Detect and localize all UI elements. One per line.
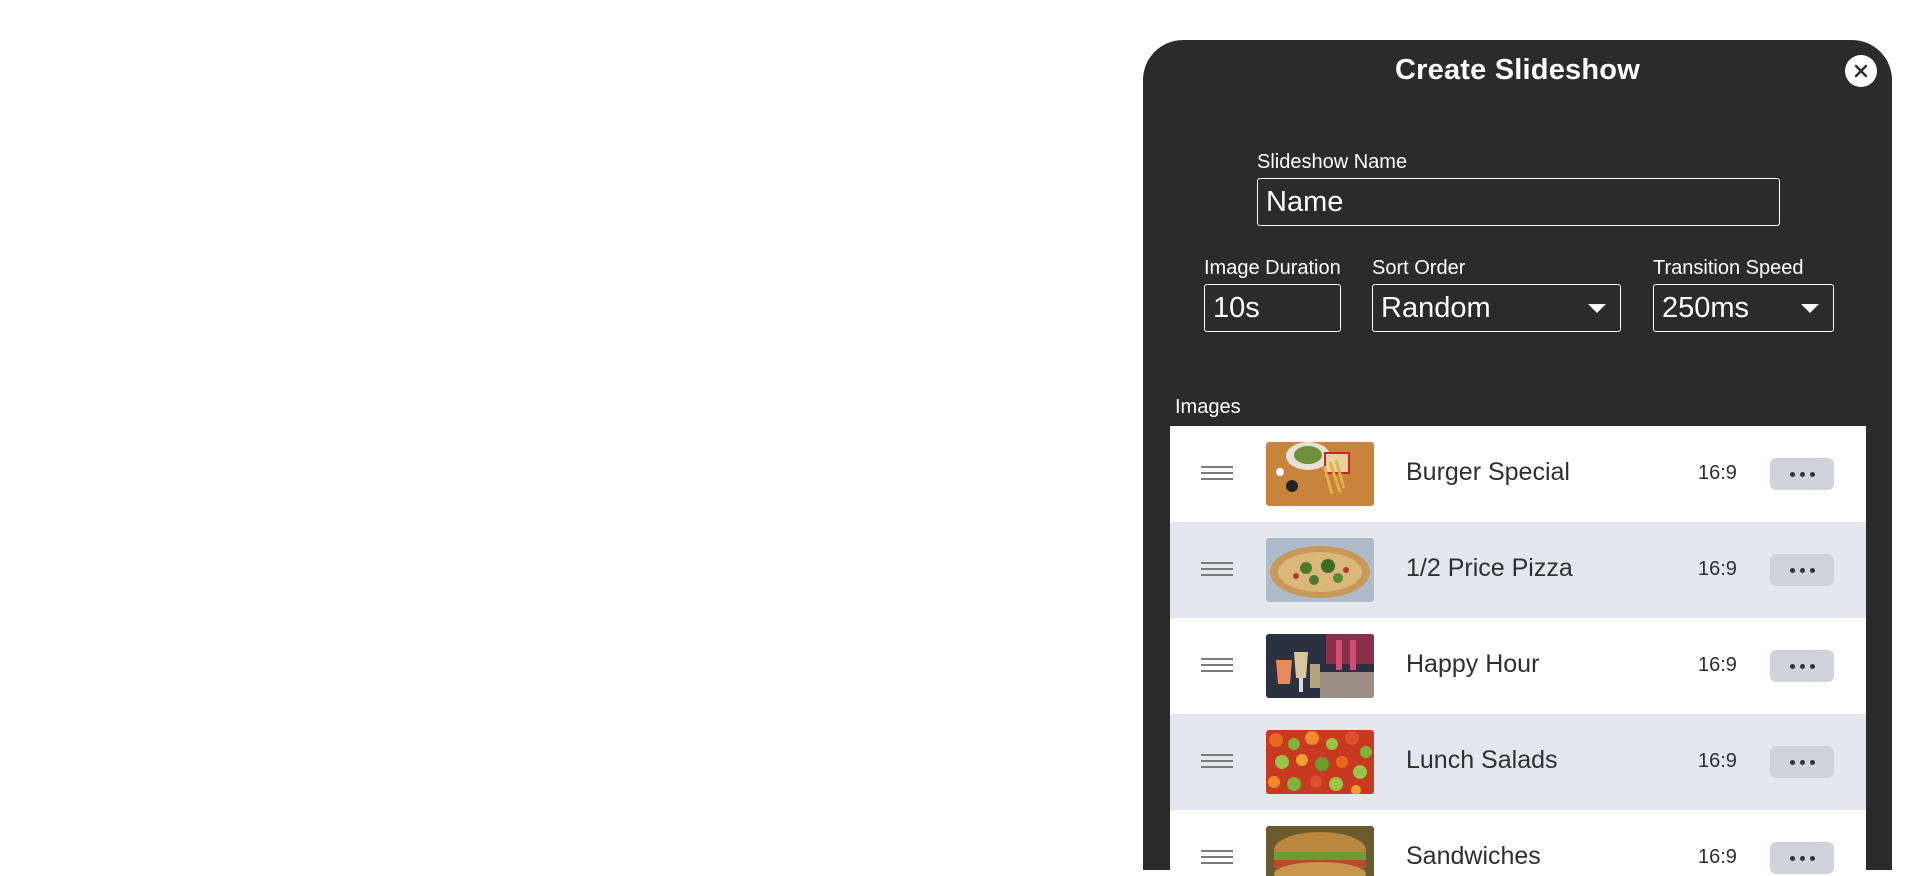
list-item[interactable]: Burger Special 16:9 xyxy=(1170,426,1866,522)
drinks-thumbnail xyxy=(1266,634,1374,698)
pizza-thumbnail xyxy=(1266,538,1374,602)
more-options-button[interactable] xyxy=(1770,746,1834,778)
aspect-ratio: 16:9 xyxy=(1698,558,1737,580)
close-icon xyxy=(1854,64,1868,78)
transition-speed-value: 250ms xyxy=(1662,291,1750,324)
transition-speed-label: Transition Speed xyxy=(1653,257,1804,279)
dialog-title: Create Slideshow xyxy=(1395,54,1640,86)
chevron-down-icon xyxy=(1801,303,1819,313)
more-options-button[interactable] xyxy=(1770,842,1834,874)
drag-handle-icon[interactable] xyxy=(1201,466,1233,482)
more-options-button[interactable] xyxy=(1770,554,1834,586)
image-name: Lunch Salads xyxy=(1406,746,1558,774)
image-duration-label: Image Duration xyxy=(1204,257,1341,279)
more-options-button[interactable] xyxy=(1770,458,1834,490)
create-slideshow-dialog: Create Slideshow Slideshow Name Name Ima… xyxy=(1143,40,1892,876)
list-item[interactable]: Lunch Salads 16:9 xyxy=(1170,714,1866,810)
list-item[interactable]: Happy Hour 16:9 xyxy=(1170,618,1866,714)
list-item[interactable]: Sandwiches 16:9 xyxy=(1170,810,1866,876)
transition-speed-select[interactable]: 250ms xyxy=(1653,284,1834,332)
drag-handle-icon[interactable] xyxy=(1201,850,1233,866)
aspect-ratio: 16:9 xyxy=(1698,654,1737,676)
chevron-down-icon xyxy=(1588,303,1606,313)
sort-order-label: Sort Order xyxy=(1372,257,1466,279)
images-label: Images xyxy=(1175,396,1241,418)
drag-handle-icon[interactable] xyxy=(1201,562,1233,578)
burger-thumbnail xyxy=(1266,442,1374,506)
slideshow-name-placeholder: Name xyxy=(1266,185,1344,218)
image-name: Sandwiches xyxy=(1406,842,1541,870)
slideshow-name-input[interactable]: Name xyxy=(1257,178,1780,226)
list-item[interactable]: 1/2 Price Pizza 16:9 xyxy=(1170,522,1866,618)
drag-handle-icon[interactable] xyxy=(1201,658,1233,674)
image-duration-input[interactable]: 10s xyxy=(1204,284,1341,332)
sort-order-value: Random xyxy=(1381,291,1491,324)
close-button[interactable] xyxy=(1845,55,1877,87)
sort-order-select[interactable]: Random xyxy=(1372,284,1621,332)
drag-handle-icon[interactable] xyxy=(1201,754,1233,770)
sandwich-thumbnail xyxy=(1266,826,1374,876)
image-duration-value: 10s xyxy=(1213,291,1260,324)
more-options-button[interactable] xyxy=(1770,650,1834,682)
image-name: Burger Special xyxy=(1406,458,1570,486)
aspect-ratio: 16:9 xyxy=(1698,462,1737,484)
slideshow-name-label: Slideshow Name xyxy=(1257,151,1408,173)
image-name: 1/2 Price Pizza xyxy=(1406,554,1573,582)
aspect-ratio: 16:9 xyxy=(1698,846,1737,868)
image-name: Happy Hour xyxy=(1406,650,1540,678)
aspect-ratio: 16:9 xyxy=(1698,750,1737,772)
images-list: Burger Special 16:9 1/2 Price Pizza 16:9… xyxy=(1170,426,1866,876)
salad-thumbnail xyxy=(1266,730,1374,794)
